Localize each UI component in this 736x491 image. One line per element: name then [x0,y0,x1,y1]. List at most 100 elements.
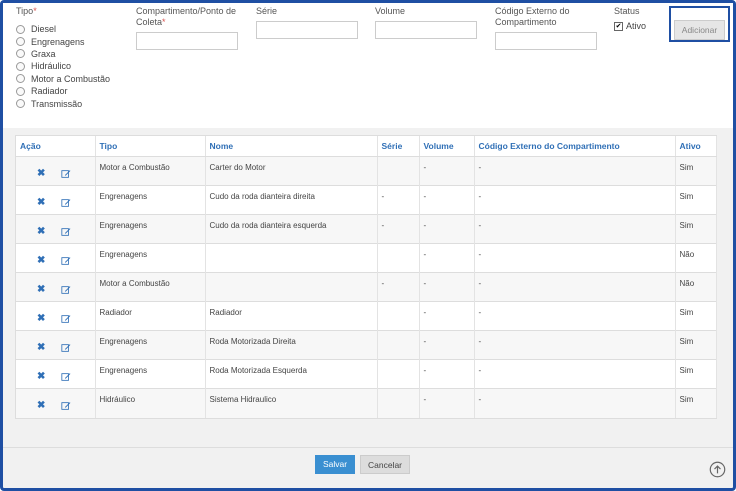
tipo-radio-group: Diesel Engrenagens Graxa Hidráulico Motor a … [16,23,110,110]
compartimento-label-line1: Compartimento/Ponto de [136,6,237,16]
codigo-label-line2: Compartimento [495,17,557,27]
table-row: ✖ Engrenagens Roda Motorizada Direita - - Sim [16,330,717,360]
volume-label: Volume [375,6,406,16]
cell-ativo: Não [675,272,717,302]
cell-volume: - [419,301,475,331]
tipo-option-label: Hidráulico [31,61,72,72]
edit-icon[interactable] [61,169,71,179]
cell-codigo: - [474,359,676,389]
tipo-option[interactable]: Radiador [16,85,110,97]
compartimento-input[interactable] [136,32,238,50]
header-tipo[interactable]: Tipo [95,136,206,157]
header-serie[interactable]: Série [377,136,420,157]
cancel-button[interactable]: Cancelar [360,455,410,474]
table-row: ✖ Hidráulico Sistema Hidraulico - - Sim [16,388,717,418]
cell-ativo: Sim [675,330,717,360]
close-icon[interactable]: ✖ [37,198,45,208]
edit-icon[interactable] [61,256,71,266]
cell-ativo: Não [675,243,717,273]
table-row: ✖ Engrenagens Cudo da roda dianteira esque… [16,214,717,244]
tipo-option-label: Graxa [31,48,56,59]
cell-nome: Roda Motorizada Direita [205,330,378,360]
tipo-option[interactable]: Engrenagens [16,35,110,47]
cell-tipo: Engrenagens [95,359,206,389]
close-icon[interactable]: ✖ [37,401,45,411]
ativo-checkbox[interactable]: ✔ Ativo [614,21,646,31]
cell-volume: - [419,388,475,418]
radio-icon[interactable] [16,61,25,71]
tipo-option[interactable]: Motor a Combustão [16,73,110,85]
tipo-option[interactable]: Hidráulico [16,60,110,72]
tipo-label: Tipo* [16,6,37,17]
action-cell: ✖ [16,359,96,389]
cell-ativo: Sim [675,301,717,331]
cell-codigo: - [474,330,676,360]
cell-tipo: Engrenagens [95,330,206,360]
radio-icon[interactable] [16,74,25,84]
cell-volume: - [419,156,475,186]
table-header-row: Ação Tipo Nome Série Volume Código Exter… [16,136,717,157]
close-icon[interactable]: ✖ [37,372,45,382]
close-icon[interactable]: ✖ [37,314,45,324]
header-nome[interactable]: Nome [205,136,378,157]
action-cell: ✖ [16,156,96,186]
action-cell: ✖ [16,272,96,302]
radio-icon[interactable] [16,86,25,96]
header-codigo[interactable]: Código Externo do Compartimento [474,136,676,157]
tipo-option[interactable]: Transmissão [16,97,110,109]
close-icon[interactable]: ✖ [37,343,45,353]
cell-nome: Cudo da roda dianteira esquerda [205,214,378,244]
edit-icon[interactable] [61,285,71,295]
radio-icon[interactable] [16,37,25,47]
cell-ativo: Sim [675,156,717,186]
tipo-option-label: Radiador [31,86,68,97]
volume-input[interactable] [375,21,477,39]
cell-codigo: - [474,243,676,273]
tipo-option[interactable]: Graxa [16,48,110,60]
cell-codigo: - [474,185,676,215]
edit-icon[interactable] [61,314,71,324]
cell-volume: - [419,359,475,389]
save-button[interactable]: Salvar [315,455,355,474]
edit-icon[interactable] [61,198,71,208]
edit-icon[interactable] [61,227,71,237]
action-cell: ✖ [16,330,96,360]
cell-nome [205,243,378,273]
table-row: ✖ Engrenagens Roda Motorizada Esquerda - - Si… [16,359,717,389]
radio-icon[interactable] [16,49,25,59]
cell-nome: Cudo da roda dianteira direita [205,185,378,215]
tipo-option[interactable]: Diesel [16,23,110,35]
close-icon[interactable]: ✖ [37,285,45,295]
tipo-label-text: Tipo [16,6,34,16]
cell-nome: Radiador [205,301,378,331]
header-ativo[interactable]: Ativo [675,136,717,157]
serie-label: Série [256,6,278,16]
cell-ativo: Sim [675,388,717,418]
ativo-label: Ativo [626,21,647,31]
codigo-label-line1: Código Externo do [495,6,570,16]
checkbox-icon[interactable]: ✔ [614,21,623,31]
edit-icon[interactable] [61,343,71,353]
close-icon[interactable]: ✖ [37,227,45,237]
cell-codigo: - [474,156,676,186]
arrow-up-circle-icon[interactable] [709,461,726,478]
tipo-option-label: Diesel [31,24,57,35]
tipo-option-label: Transmissão [31,98,83,109]
cell-volume: - [419,272,475,302]
header-acao[interactable]: Ação [16,136,96,157]
required-mark: * [162,17,166,27]
cell-ativo: Sim [675,185,717,215]
add-button[interactable]: Adicionar [674,20,725,40]
cell-codigo: - [474,214,676,244]
cell-codigo: - [474,388,676,418]
close-icon[interactable]: ✖ [37,256,45,266]
edit-icon[interactable] [61,372,71,382]
codigo-input[interactable] [495,32,597,50]
header-volume[interactable]: Volume [419,136,475,157]
radio-icon[interactable] [16,99,25,109]
close-icon[interactable]: ✖ [37,169,45,179]
serie-input[interactable] [256,21,358,39]
cell-nome: Carter do Motor [205,156,378,186]
edit-icon[interactable] [61,401,71,411]
radio-icon[interactable] [16,24,25,34]
